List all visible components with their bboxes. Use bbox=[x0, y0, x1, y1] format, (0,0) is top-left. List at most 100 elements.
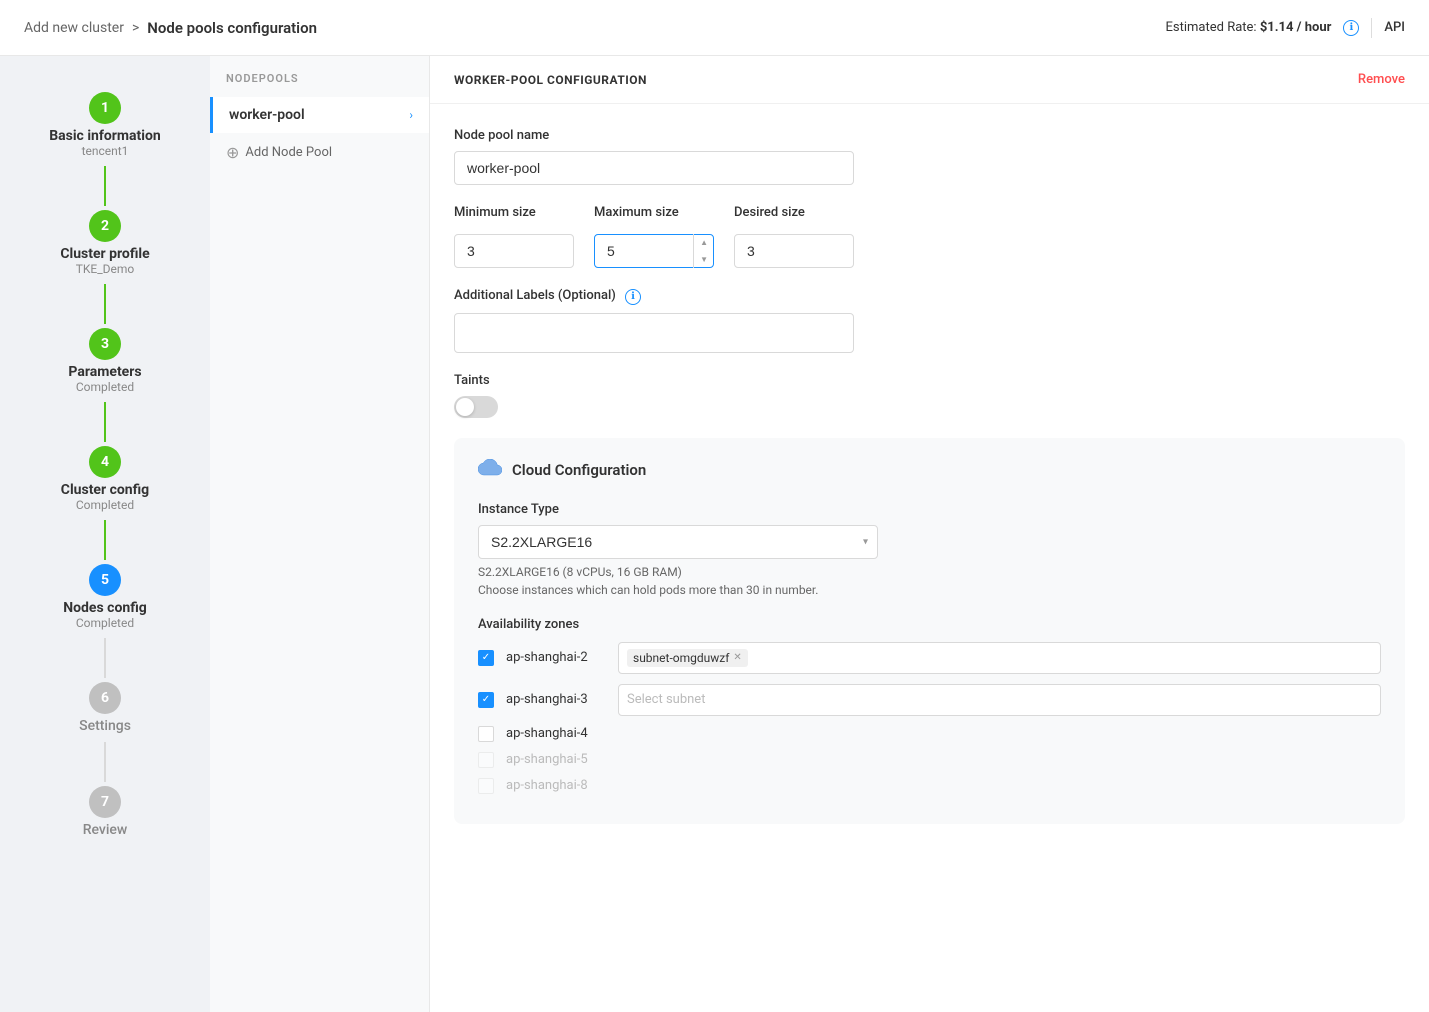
step-5-circle: 5 bbox=[89, 564, 121, 596]
availability-zones-section: Availability zones ap-shanghai-2 subnet-… bbox=[478, 617, 1381, 794]
desired-size-field: Desired size bbox=[734, 205, 854, 268]
spinner-down[interactable]: ▼ bbox=[694, 251, 714, 268]
subnet-placeholder-shanghai-3: Select subnet bbox=[627, 692, 705, 707]
az-name-shanghai-4: ap-shanghai-4 bbox=[506, 726, 606, 741]
cloud-config-title: Cloud Configuration bbox=[512, 461, 646, 479]
az-checkbox-shanghai-5 bbox=[478, 752, 494, 768]
subnet-tag-remove[interactable]: ✕ bbox=[733, 652, 741, 663]
connector-5-6 bbox=[104, 638, 106, 678]
maximum-size-field: Maximum size ▲ ▼ bbox=[594, 205, 714, 268]
config-body: Node pool name Minimum size Maximum size bbox=[430, 104, 1429, 848]
az-row-shanghai-5: ap-shanghai-5 bbox=[478, 752, 1381, 768]
az-row-shanghai-8: ap-shanghai-8 bbox=[478, 778, 1381, 794]
breadcrumb-current: Node pools configuration bbox=[147, 19, 317, 37]
size-row: Minimum size Maximum size ▲ ▼ bbox=[454, 205, 1405, 268]
additional-labels-label: Additional Labels (Optional) ℹ bbox=[454, 288, 1405, 305]
minimum-size-field: Minimum size bbox=[454, 205, 574, 268]
taints-toggle-wrap bbox=[454, 396, 1405, 418]
main-layout: 1 Basic information tencent1 2 Clust bbox=[0, 56, 1429, 1012]
cloud-config-header: Cloud Configuration bbox=[478, 458, 1381, 482]
steps-list: 1 Basic information tencent1 2 Clust bbox=[0, 88, 210, 846]
az-name-shanghai-2: ap-shanghai-2 bbox=[506, 650, 606, 665]
step-2[interactable]: 2 Cluster profile TKE_Demo bbox=[0, 206, 210, 324]
additional-labels-group: Additional Labels (Optional) ℹ bbox=[454, 288, 1405, 353]
step-6[interactable]: 6 Settings bbox=[0, 678, 210, 782]
step-7-label: Review bbox=[83, 822, 128, 842]
additional-labels-input[interactable] bbox=[454, 313, 854, 353]
add-nodepool-icon: ⊕ bbox=[226, 143, 239, 162]
az-row-shanghai-2: ap-shanghai-2 subnet-omgduwzf ✕ bbox=[478, 642, 1381, 674]
minimum-size-input[interactable] bbox=[454, 234, 574, 268]
breadcrumb-parent[interactable]: Add new cluster bbox=[24, 20, 124, 36]
subnet-tag-input-shanghai-2[interactable]: subnet-omgduwzf ✕ bbox=[618, 642, 1381, 674]
instance-note: Choose instances which can hold pods mor… bbox=[478, 583, 1381, 597]
add-nodepool-button[interactable]: ⊕ Add Node Pool bbox=[210, 133, 429, 172]
step-2-circle: 2 bbox=[89, 210, 121, 242]
desired-size-wrap bbox=[734, 234, 854, 268]
subnet-tag-input-shanghai-3[interactable]: Select subnet bbox=[618, 684, 1381, 716]
config-panel: WORKER-POOL CONFIGURATION Remove Node po… bbox=[430, 56, 1429, 1012]
connector-1-2 bbox=[104, 166, 106, 206]
instance-type-group: Instance Type S2.2XLARGE16 S2.4XLARGE32 … bbox=[478, 502, 1381, 597]
instance-type-select-wrap: S2.2XLARGE16 S2.4XLARGE32 S3.2XLARGE16 ▾ bbox=[478, 525, 878, 559]
maximum-size-wrap: ▲ ▼ bbox=[594, 234, 714, 268]
step-6-circle: 6 bbox=[89, 682, 121, 714]
breadcrumb-sep: > bbox=[132, 20, 139, 36]
az-label: Availability zones bbox=[478, 617, 1381, 632]
labels-info-icon[interactable]: ℹ bbox=[625, 289, 641, 305]
az-name-shanghai-8: ap-shanghai-8 bbox=[506, 778, 606, 793]
az-subnet-wrap-shanghai-3: Select subnet bbox=[618, 684, 1381, 716]
taints-group: Taints bbox=[454, 373, 1405, 418]
step-1-label: Basic information tencent1 bbox=[49, 128, 161, 162]
node-pool-name-input[interactable] bbox=[454, 151, 854, 185]
step-1[interactable]: 1 Basic information tencent1 bbox=[0, 88, 210, 206]
minimum-size-wrap bbox=[454, 234, 574, 268]
instance-type-select[interactable]: S2.2XLARGE16 S2.4XLARGE32 S3.2XLARGE16 bbox=[478, 525, 878, 559]
breadcrumb: Add new cluster > Node pools configurati… bbox=[24, 19, 317, 37]
connector-6-7 bbox=[104, 742, 106, 782]
nodepool-name: worker-pool bbox=[229, 107, 305, 123]
connector-2-3 bbox=[104, 284, 106, 324]
az-name-shanghai-5: ap-shanghai-5 bbox=[506, 752, 606, 767]
step-3-label: Parameters Completed bbox=[68, 364, 141, 398]
api-link[interactable]: API bbox=[1384, 20, 1405, 35]
step-4-circle: 4 bbox=[89, 446, 121, 478]
step-3[interactable]: 3 Parameters Completed bbox=[0, 324, 210, 442]
add-nodepool-label: Add Node Pool bbox=[245, 145, 332, 160]
nodepools-panel: NODEPOOLS worker-pool › ⊕ Add Node Pool bbox=[210, 56, 430, 1012]
step-4-label: Cluster config Completed bbox=[61, 482, 149, 516]
maximum-size-label: Maximum size bbox=[594, 205, 714, 220]
step-5-label: Nodes config Completed bbox=[63, 600, 146, 634]
nodepool-item-worker-pool[interactable]: worker-pool › bbox=[210, 97, 429, 133]
az-checkbox-shanghai-8 bbox=[478, 778, 494, 794]
rate-info-icon[interactable]: ℹ bbox=[1343, 20, 1359, 36]
az-row-shanghai-3: ap-shanghai-3 Select subnet bbox=[478, 684, 1381, 716]
maximum-size-spinner: ▲ ▼ bbox=[693, 234, 714, 268]
taints-label: Taints bbox=[454, 373, 1405, 388]
taints-toggle[interactable] bbox=[454, 396, 498, 418]
step-2-label: Cluster profile TKE_Demo bbox=[60, 246, 149, 280]
step-5[interactable]: 5 Nodes config Completed bbox=[0, 560, 210, 678]
az-checkbox-shanghai-3[interactable] bbox=[478, 692, 494, 708]
top-header: Add new cluster > Node pools configurati… bbox=[0, 0, 1429, 56]
cloud-icon bbox=[478, 458, 502, 482]
instance-info: S2.2XLARGE16 (8 vCPUs, 16 GB RAM) bbox=[478, 565, 1381, 579]
desired-size-label: Desired size bbox=[734, 205, 854, 220]
step-7[interactable]: 7 Review bbox=[0, 782, 210, 846]
nodepools-title: NODEPOOLS bbox=[210, 72, 429, 97]
az-subnet-wrap-shanghai-2: subnet-omgduwzf ✕ bbox=[618, 642, 1381, 674]
az-checkbox-shanghai-2[interactable] bbox=[478, 650, 494, 666]
header-right: Estimated Rate: $1.14 / hour ℹ API bbox=[1166, 18, 1405, 38]
config-header: WORKER-POOL CONFIGURATION Remove bbox=[430, 56, 1429, 104]
step-4[interactable]: 4 Cluster config Completed bbox=[0, 442, 210, 560]
step-1-circle: 1 bbox=[89, 92, 121, 124]
step-6-label: Settings bbox=[79, 718, 131, 738]
instance-type-label: Instance Type bbox=[478, 502, 1381, 517]
spinner-up[interactable]: ▲ bbox=[694, 234, 714, 251]
az-checkbox-shanghai-4[interactable] bbox=[478, 726, 494, 742]
nodepool-arrow-icon: › bbox=[409, 108, 413, 122]
connector-3-4 bbox=[104, 402, 106, 442]
desired-size-input[interactable] bbox=[734, 234, 854, 268]
sidebar: 1 Basic information tencent1 2 Clust bbox=[0, 56, 210, 1012]
remove-button[interactable]: Remove bbox=[1358, 72, 1405, 87]
